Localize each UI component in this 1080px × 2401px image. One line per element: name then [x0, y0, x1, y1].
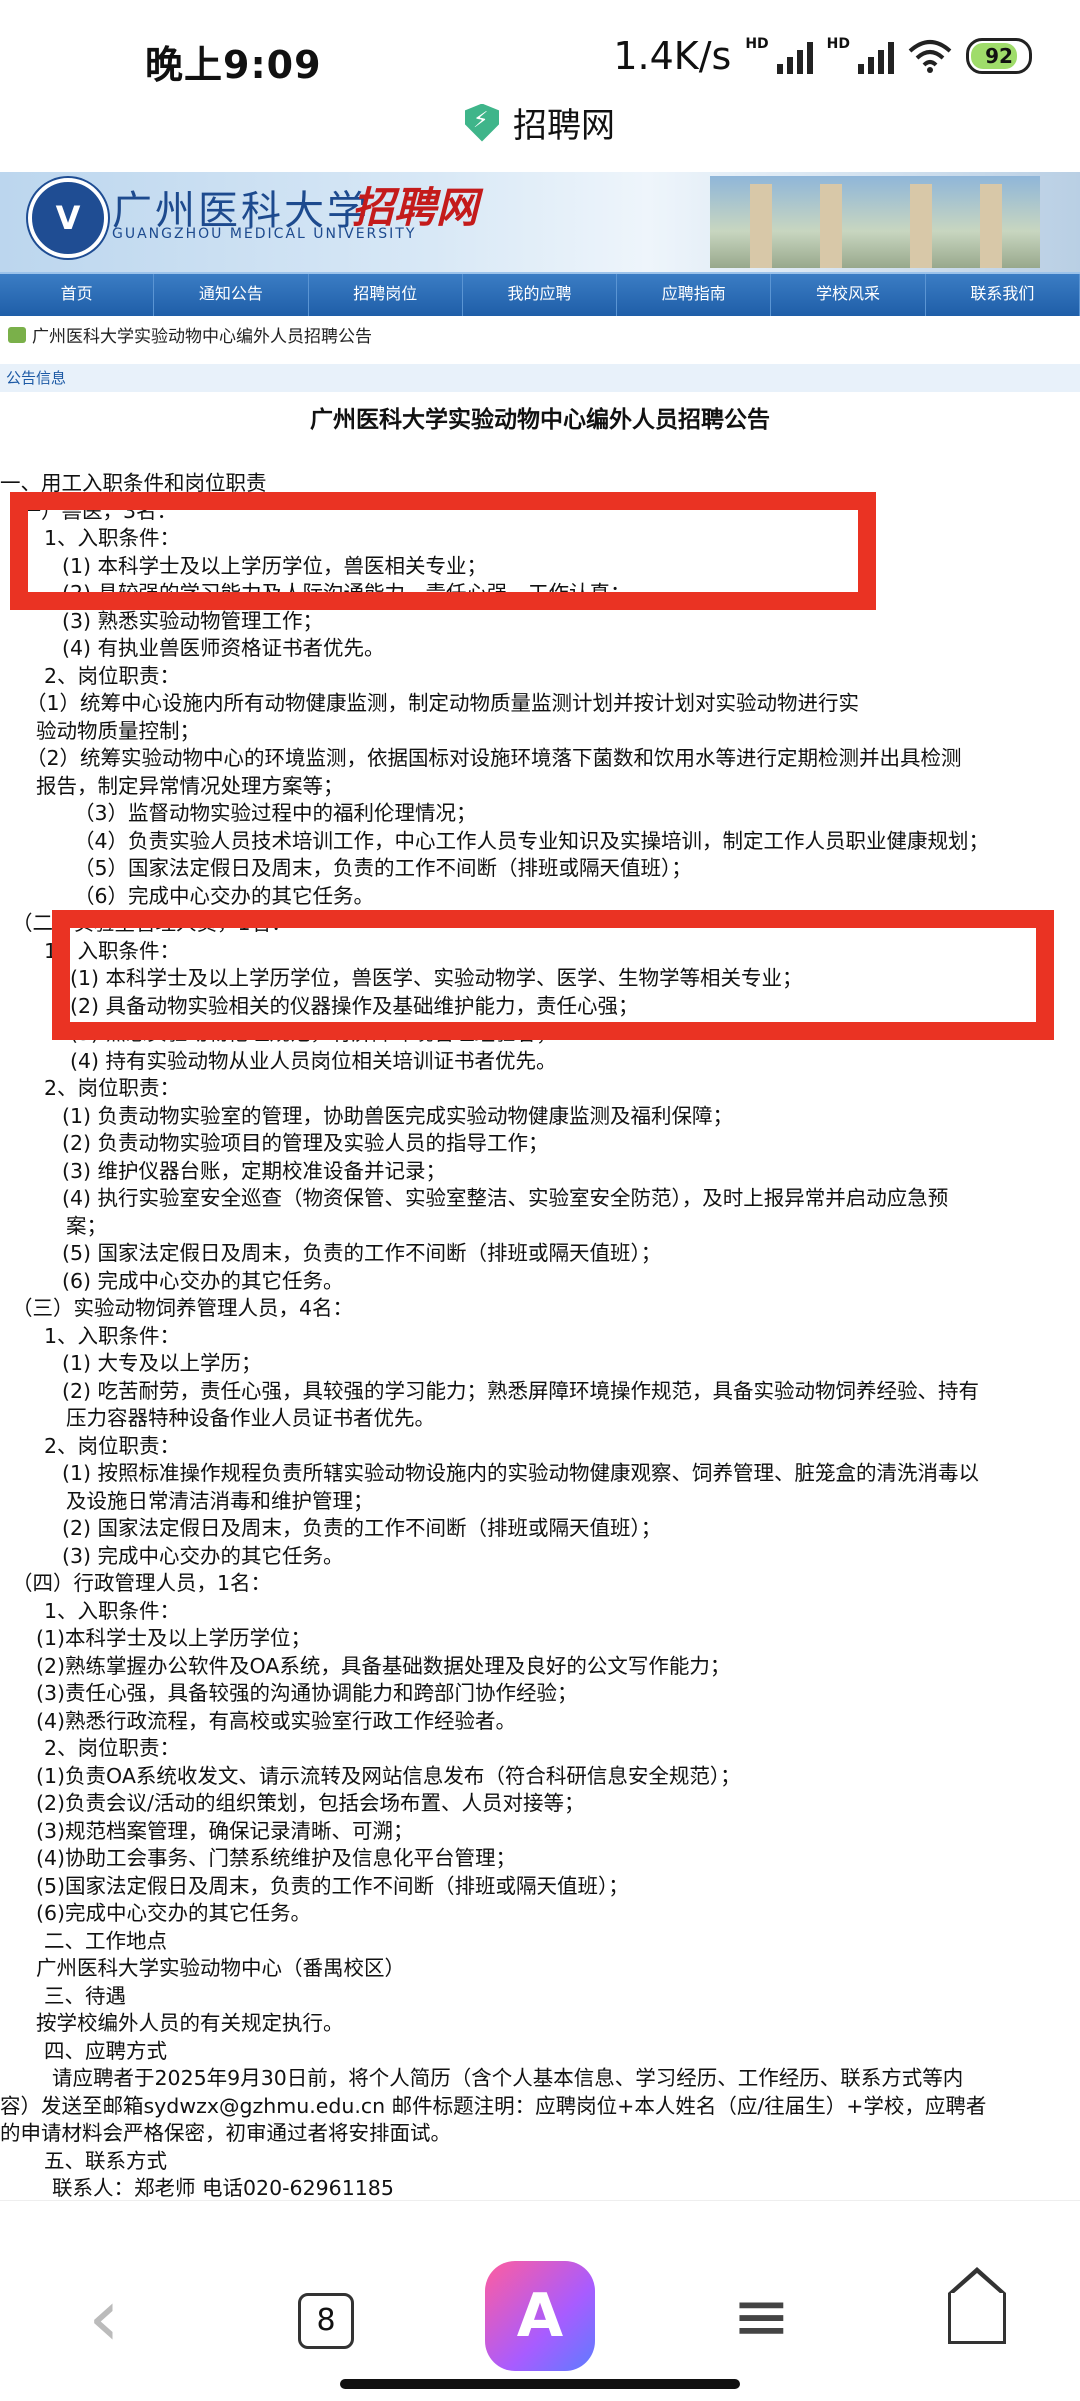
content-line: 报告，制定异常情况处理方案等； [36, 773, 344, 798]
content-line: (3)规范档案管理，确保记录清晰、可溯； [36, 1818, 414, 1843]
content-line: 案； [66, 1213, 107, 1238]
nav-notices[interactable]: 通知公告 [154, 274, 309, 316]
status-icons: 1.4K/s HD HD 92 [613, 34, 1032, 78]
content-line: (3)责任心强，具备较强的沟通协调能力和跨部门协作经验； [36, 1681, 578, 1705]
content-line: (2)熟练掌握办公软件及OA系统，具备基础数据处理及良好的公文写作能力； [36, 1653, 731, 1678]
banner-english-name: GUANGZHOU MEDICAL UNIVERSITY [112, 226, 417, 242]
secure-shield-icon [465, 103, 499, 142]
content-line: 广州医科大学实验动物中心（番禺校区） [36, 1956, 405, 1980]
content-line: 2、岗位职责： [44, 1736, 181, 1760]
content-line: 五、联系方式 [44, 2148, 167, 2173]
content-line: (2) 国家法定假日及周末，负责的工作不间断（排班或隔天值班）； [62, 1516, 662, 1540]
wifi-icon [908, 40, 952, 73]
site-name: 招聘网 [513, 106, 615, 146]
content-line: 的申请材料会严格保密，初审通过者将安排面试。 [0, 2121, 451, 2145]
content-line: (2) 吃苦耐劳，责任心强，具较强的学习能力；熟悉屏障环境操作规范，具备实验动物… [62, 1378, 980, 1403]
content-line: (3) 完成中心交办的其它任务。 [62, 1543, 344, 1568]
info-bar: 公告信息 [0, 364, 1080, 392]
highlight-box-1 [10, 492, 876, 610]
battery-icon: 92 [966, 38, 1032, 74]
content-line: 验动物质量控制； [36, 718, 200, 743]
info-bar-label: 公告信息 [6, 369, 67, 387]
university-logo: V [28, 178, 108, 258]
article-content: 一、用工入职条件和岗位职责 （一）兽医，3名： 1、入职条件： (1) 本科学士及以上… [0, 470, 1080, 2202]
content-line: （2）统筹实验动物中心的环境监测，依据国标对设施环境落下菌数和饮用水等进行定期检… [26, 746, 962, 770]
main-nav: 首页 通知公告 招聘岗位 我的应聘 应聘指南 学校风采 联系我们 [0, 272, 1080, 316]
content-line: 2、岗位职责： [44, 1076, 181, 1100]
content-line: (4) 有执业兽医师资格证书者优先。 [62, 636, 385, 660]
content-line: （三）实验动物饲养管理人员，4名： [12, 1296, 354, 1320]
signal-icon-2 [858, 38, 894, 74]
content-line: （6）完成中心交办的其它任务。 [74, 883, 375, 908]
nav-positions[interactable]: 招聘岗位 [309, 274, 463, 316]
content-line: (5) 国家法定假日及周末，负责的工作不间断（排班或隔天值班）； [62, 1241, 662, 1265]
breadcrumb-text[interactable]: 广州医科大学实验动物中心编外人员招聘公告 [32, 322, 372, 347]
campus-gate-image [710, 176, 1040, 268]
content-line: (4) 执行实验室安全巡查（物资保管、实验室整洁、实验室安全防范），及时上报异常… [62, 1186, 949, 1210]
hd-badge-2: HD [826, 36, 850, 52]
browser-bottom-bar: ‹ 8 A ≡ [0, 2200, 1080, 2401]
status-time: 晚上9:09 [145, 43, 322, 87]
content-line: (1)本科学士及以上学历学位； [36, 1626, 312, 1650]
content-line: (4)熟悉行政流程，有高校或实验室行政工作经验者。 [36, 1708, 517, 1733]
nav-contact[interactable]: 联系我们 [926, 274, 1080, 316]
content-line: (1) 大专及以上学历； [62, 1351, 262, 1375]
home-icon [8, 326, 26, 343]
content-line: 2、岗位职责： [44, 1433, 181, 1458]
content-line: 1、入职条件： [44, 1598, 181, 1623]
status-bar: 晚上9:09 1.4K/s HD HD 92 招聘网 [0, 0, 1080, 146]
content-line: (6)完成中心交办的其它任务。 [36, 1901, 312, 1925]
content-line: 容）发送至邮箱sydwzx@gzhmu.edu.cn 邮件标题注明：应聘岗位+本… [0, 2093, 987, 2118]
content-line: (4) 持有实验动物从业人员岗位相关培训证书者优先。 [70, 1048, 557, 1073]
site-banner: V 广州医科大学 招聘网 GUANGZHOU MEDICAL UNIVERSIT… [0, 172, 1080, 272]
content-line: 按学校编外人员的有关规定执行。 [36, 2011, 344, 2035]
content-line: 请应聘者于2025年9月30日前，将个人简历（含个人基本信息、学习经历、工作经历… [52, 2066, 964, 2090]
hd-badge-1: HD [745, 36, 769, 52]
content-line: (6) 完成中心交办的其它任务。 [62, 1268, 344, 1293]
content-line: 2、岗位职责： [44, 663, 181, 688]
ai-assistant-button[interactable]: A [485, 2261, 595, 2371]
menu-button[interactable]: ≡ [732, 2275, 791, 2357]
content-line: 压力容器特种设备作业人员证书者优先。 [66, 1406, 435, 1430]
highlight-box-2 [52, 910, 1054, 1040]
content-line: (2)负责会议/活动的组织策划，包括会场布置、人员对接等； [36, 1791, 585, 1815]
content-line: (1)负责OA系统收发文、请示流转及网站信息发布（符合科研信息安全规范）； [36, 1763, 741, 1788]
tabs-button[interactable]: 8 [298, 2293, 354, 2349]
content-line: （4）负责实验人员技术培训工作，中心工作人员专业知识及实操培训，制定工作人员职业… [74, 828, 990, 853]
content-line: (5)国家法定假日及周末，负责的工作不间断（排班或隔天值班）； [36, 1873, 629, 1898]
content-line: (3) 熟悉实验动物管理工作； [62, 608, 324, 633]
content-line: (1) 按照标准操作规程负责所辖实验动物设施内的实验动物健康观察、饲养管理、脏笼… [62, 1461, 980, 1485]
content-line: （3）监督动物实验过程中的福利伦理情况； [74, 801, 477, 825]
content-line: （1）统筹中心设施内所有动物健康监测，制定动物质量监测计划并按计划对实验动物进行… [26, 691, 860, 715]
content-line: (3) 维护仪器台账，定期校准设备并记录； [62, 1158, 447, 1183]
content-line: 三、待遇 [44, 1983, 126, 2008]
content-line: (2) 负责动物实验项目的管理及实验人员的指导工作； [62, 1131, 549, 1155]
content-line: 四、应聘方式 [44, 2038, 167, 2063]
content-line: （四）行政管理人员，1名： [12, 1571, 272, 1595]
content-line: 二、工作地点 [44, 1928, 167, 1953]
network-speed: 1.4K/s [613, 34, 732, 78]
content-line: (1) 负责动物实验室的管理，协助兽医完成实验动物健康监测及福利保障； [62, 1103, 734, 1128]
content-line: 及设施日常清洁消毒和维护管理； [66, 1488, 374, 1513]
gesture-bar [340, 2379, 740, 2389]
webpage: V 广州医科大学 招聘网 GUANGZHOU MEDICAL UNIVERSIT… [0, 172, 1080, 2202]
content-line: （5）国家法定假日及周末，负责的工作不间断（排班或隔天值班）； [74, 856, 692, 880]
nav-my-applications[interactable]: 我的应聘 [463, 274, 618, 316]
content-line: 联系人：郑老师 电话020-62961185 [52, 2176, 394, 2200]
breadcrumb: 广州医科大学实验动物中心编外人员招聘公告 [8, 322, 372, 347]
address-bar[interactable]: 招聘网 [0, 98, 1080, 147]
home-button[interactable] [948, 2267, 1006, 2344]
signal-icon-1 [776, 38, 813, 74]
content-line: (4)协助工会事务、门禁系统维护及信息化平台管理； [36, 1846, 517, 1870]
nav-campus[interactable]: 学校风采 [771, 274, 926, 316]
back-button[interactable]: ‹ [88, 2271, 120, 2364]
nav-home[interactable]: 首页 [0, 274, 155, 316]
nav-guide[interactable]: 应聘指南 [617, 274, 772, 316]
content-line: 1、入职条件： [44, 1323, 181, 1348]
page-title: 广州医科大学实验动物中心编外人员招聘公告 [310, 407, 770, 433]
